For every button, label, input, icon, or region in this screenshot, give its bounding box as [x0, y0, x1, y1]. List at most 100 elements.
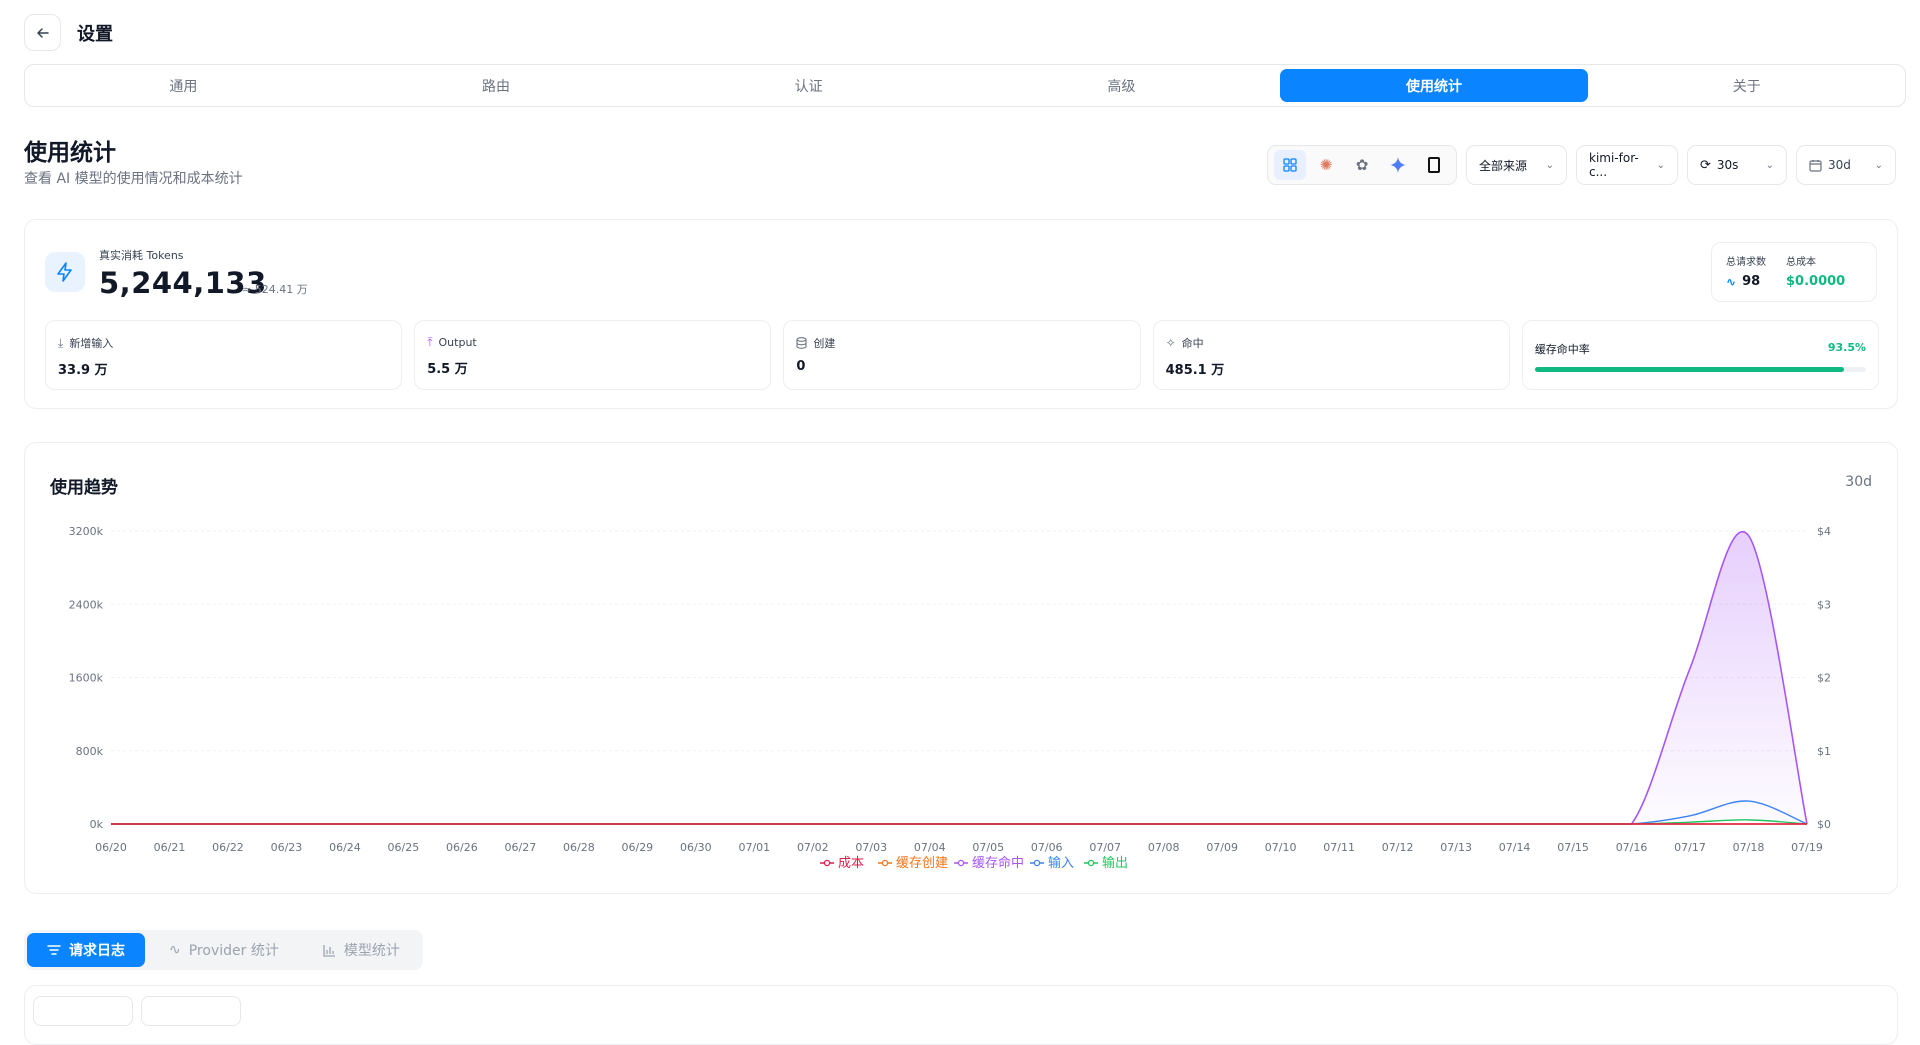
- y-left-tick-label: 0k: [90, 818, 104, 831]
- x-tick-label: 07/18: [1733, 841, 1765, 854]
- tab-provider-stats[interactable]: ∿ Provider 统计: [149, 933, 299, 967]
- download-icon: ⤓: [58, 335, 64, 350]
- x-tick-label: 07/17: [1674, 841, 1706, 854]
- tab-about[interactable]: 关于: [1592, 69, 1901, 102]
- x-tick-label: 07/12: [1382, 841, 1414, 854]
- metric-cache-hit-header: ✧ 命中: [1166, 335, 1497, 351]
- x-tick-label: 07/16: [1616, 841, 1648, 854]
- total-cost-value: $0.0000: [1786, 274, 1846, 289]
- metric-new-input: ⤓ 新增输入 33.9 万: [45, 320, 403, 390]
- source-select[interactable]: 全部来源 ⌄: [1466, 145, 1567, 185]
- model-select[interactable]: kimi-for-c... ⌄: [1576, 145, 1678, 185]
- legend-label: 成本: [838, 856, 864, 871]
- filter-pill[interactable]: [141, 996, 241, 1026]
- total-cost: 总成本 $0.0000: [1786, 253, 1845, 291]
- metric-label: Output: [438, 336, 477, 349]
- metric-value: 0: [796, 359, 806, 374]
- x-tick-label: 07/08: [1148, 841, 1180, 854]
- metric-label: 命中: [1181, 337, 1204, 350]
- chevron-down-icon: ⌄: [1874, 159, 1883, 171]
- x-tick-label: 06/27: [505, 841, 537, 854]
- database-icon: [796, 337, 807, 349]
- request-log-card: [24, 985, 1898, 1045]
- calendar-icon: [1809, 159, 1822, 172]
- metric-output: ⤒ Output 5.5 万: [414, 320, 772, 390]
- tab-usage-stats[interactable]: 使用统计: [1279, 69, 1589, 102]
- x-tick-label: 06/28: [563, 841, 595, 854]
- metric-cache-create: 创建 0: [783, 320, 1141, 390]
- y-left-tick-label: 2400k: [69, 598, 104, 611]
- tab-auth[interactable]: 认证: [654, 69, 963, 102]
- filter-pill[interactable]: [33, 996, 133, 1026]
- gemini-icon[interactable]: [1382, 150, 1414, 180]
- summary-card: 真实消耗 Tokens 5,244,133 ≈ 524.41 万 总请求数 ∿ …: [24, 219, 1898, 409]
- y-right-tick-label: $3: [1817, 598, 1831, 611]
- chevron-down-icon: ⌄: [1656, 159, 1665, 171]
- tab-label: 模型统计: [343, 943, 400, 959]
- usage-trend-chart: 0k 800k 1600k 2400k 3200k $0 $1 $2 $3 $4 06/20 06/2…: [69, 525, 1831, 871]
- claude-icon[interactable]: ✺: [1310, 150, 1342, 180]
- total-cost-label: 总成本: [1786, 257, 1816, 268]
- provider-filter: ✺ ✿: [1267, 145, 1457, 185]
- x-tick-label: 06/29: [621, 841, 653, 854]
- x-tick-label: 07/14: [1499, 841, 1531, 854]
- tab-general[interactable]: 通用: [29, 69, 338, 102]
- lightning-icon: [45, 252, 85, 292]
- openai-icon[interactable]: ✿: [1346, 150, 1378, 180]
- metric-output-header: ⤒ Output: [427, 335, 758, 350]
- x-tick-label: 07/15: [1557, 841, 1589, 854]
- x-tick-label: 06/21: [154, 841, 186, 854]
- y-right-tick-label: $1: [1817, 745, 1831, 758]
- legend-marker: [957, 859, 965, 867]
- back-button[interactable]: [24, 14, 61, 51]
- tab-routing[interactable]: 路由: [342, 69, 651, 102]
- cache-hit-progress-bar: [1534, 367, 1867, 372]
- refresh-select[interactable]: ⟳ 30s ⌄: [1687, 145, 1787, 185]
- refresh-select-value: 30s: [1716, 158, 1739, 172]
- legend-label: 缓存命中: [972, 855, 1024, 871]
- range-select-value: 30d: [1828, 158, 1851, 172]
- cache-hit-rate-label: 缓存命中率: [1534, 343, 1590, 356]
- chevron-down-icon: ⌄: [1765, 159, 1774, 171]
- tab-request-log[interactable]: 请求日志: [27, 933, 145, 967]
- metric-label: 创建: [813, 337, 836, 350]
- grid-icon[interactable]: [1274, 150, 1306, 180]
- x-tick-label: 07/01: [738, 841, 770, 854]
- y-left-tick-label: 3200k: [69, 525, 104, 538]
- range-select[interactable]: 30d ⌄: [1796, 145, 1896, 185]
- activity-icon: ∿: [1726, 274, 1737, 289]
- bar-chart-icon: [323, 944, 335, 957]
- x-tick-label: 06/26: [446, 841, 478, 854]
- usage-trend-card: 使用趋势 30d 0k 800k 1600k 2400k 3200k $0 $1 $2 $3 $4…: [24, 442, 1898, 894]
- x-tick-label: 07/02: [797, 841, 829, 854]
- legend-label: 输出: [1102, 855, 1128, 871]
- y-right-tick-label: $4: [1817, 525, 1831, 538]
- total-requests-label: 总请求数: [1726, 257, 1766, 268]
- source-select-value: 全部来源: [1479, 158, 1528, 173]
- tokens-approx: ≈ 524.41 万: [242, 283, 308, 296]
- x-tick-label: 07/06: [1031, 841, 1063, 854]
- x-tick-label: 07/09: [1206, 841, 1238, 854]
- tab-label: Provider 统计: [188, 943, 279, 959]
- y-right-tick-label: $0: [1817, 818, 1831, 831]
- legend-label: 缓存创建: [896, 856, 948, 871]
- range-select-content: 30d: [1809, 158, 1851, 172]
- total-requests-value: 98: [1742, 274, 1761, 289]
- stats-view-tabs: 请求日志 ∿ Provider 统计 模型统计: [24, 930, 423, 970]
- section-title: 使用统计: [24, 140, 116, 166]
- metric-label: 新增输入: [69, 337, 114, 350]
- tab-model-stats[interactable]: 模型统计: [303, 933, 420, 967]
- chevron-down-icon: ⌄: [1545, 159, 1554, 171]
- metric-cache-hit: ✧ 命中 485.1 万: [1152, 320, 1510, 390]
- legend-marker: [1033, 859, 1041, 867]
- filter-toolbar: ✺ ✿ 全部来源 ⌄ kimi-for-c... ⌄ ⟳ 30s ⌄ 30d ⌄: [1267, 145, 1896, 185]
- kimi-icon[interactable]: [1418, 150, 1450, 180]
- x-tick-label: 07/03: [855, 841, 887, 854]
- cache-hit-rate-header: 缓存命中率 93.5%: [1535, 341, 1866, 357]
- legend-marker: [1087, 859, 1095, 867]
- section-subtitle: 查看 AI 模型的使用情况和成本统计: [24, 171, 243, 187]
- tab-advanced[interactable]: 高级: [967, 69, 1276, 102]
- refresh-select-content: ⟳ 30s: [1700, 158, 1738, 173]
- x-tick-label: 06/23: [271, 841, 303, 854]
- upload-icon: ⤒: [427, 335, 433, 349]
